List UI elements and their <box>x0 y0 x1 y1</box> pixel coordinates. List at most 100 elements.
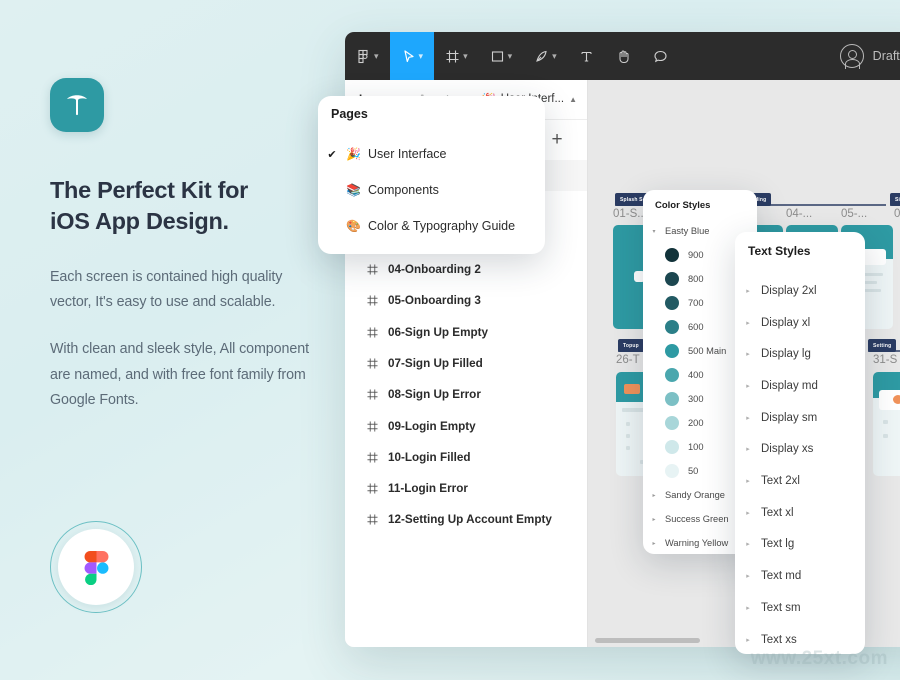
watermark: www.25xt.com <box>750 648 888 669</box>
app-icon <box>50 78 104 132</box>
pen-icon[interactable]: ▾ <box>523 32 568 80</box>
frame-icon <box>367 295 378 306</box>
text-style-label: Text lg <box>761 538 795 551</box>
text-style-row[interactable]: ▸ Display md <box>735 370 865 402</box>
promo-paragraph-1: Each screen is contained high quality ve… <box>50 268 283 310</box>
chevron-right-icon: ▸ <box>652 492 656 499</box>
layer-label: 08-Sign Up Error <box>388 388 481 402</box>
avatar[interactable] <box>839 44 864 69</box>
hand-icon[interactable] <box>605 32 642 80</box>
color-styles-title: Color Styles <box>655 200 711 211</box>
layer-row[interactable]: 12-Setting Up Account Empty <box>345 504 587 535</box>
promo-column: The Perfect Kit for iOS App Design. Each… <box>50 78 310 414</box>
text-style-label: Text md <box>761 570 802 583</box>
artboard-label-31[interactable]: 31-S <box>873 354 897 366</box>
text-icon[interactable] <box>568 32 605 80</box>
toolbar-right-group: Drafts / Ter <box>839 32 900 80</box>
text-style-row[interactable]: ▸ Display sm <box>735 402 865 434</box>
chevron-down-icon: ▾ <box>463 50 468 61</box>
chevron-right-icon: ▸ <box>746 509 750 517</box>
color-swatch-icon <box>665 416 679 430</box>
text-style-row[interactable]: ▸ Text md <box>735 560 865 592</box>
color-swatch-label: 700 <box>688 298 704 308</box>
color-swatch-label: 900 <box>688 250 704 260</box>
layer-label: 09-Login Empty <box>388 419 476 433</box>
chevron-right-icon: ▸ <box>746 414 750 422</box>
chevron-right-icon: ▸ <box>746 382 750 390</box>
color-swatch-icon <box>665 440 679 454</box>
page-title-line2: iOS App Design. <box>50 207 229 234</box>
artboard-label-05[interactable]: 05-... <box>841 208 867 220</box>
layer-row[interactable]: 10-Login Filled <box>345 442 587 473</box>
layer-label: 06-Sign Up Empty <box>388 325 489 339</box>
layer-row[interactable]: 05-Onboarding 3 <box>345 285 587 316</box>
layer-row[interactable]: 07-Sign Up Filled <box>345 348 587 379</box>
layer-row[interactable]: 06-Sign Up Empty <box>345 316 587 347</box>
chevron-right-icon: ▸ <box>652 516 656 523</box>
layer-label: 07-Sign Up Filled <box>388 356 483 370</box>
text-style-row[interactable]: ▸ Display xl <box>735 307 865 339</box>
color-swatch-label: 300 <box>688 394 704 404</box>
frame-icon[interactable]: ▾ <box>434 32 479 80</box>
chevron-right-icon: ▸ <box>746 636 750 644</box>
chevron-right-icon: ▸ <box>746 478 750 486</box>
chevron-down-icon: ▾ <box>507 50 513 61</box>
frame-icon <box>367 264 378 275</box>
shape-rectangle-icon[interactable]: ▾ <box>479 32 524 80</box>
text-style-label: Display xl <box>761 316 811 329</box>
layer-row[interactable]: 09-Login Empty <box>345 410 587 441</box>
chevron-right-icon: ▸ <box>746 351 750 359</box>
color-swatch-label: 100 <box>688 442 704 452</box>
text-style-row[interactable]: ▸ Text sm <box>735 592 865 624</box>
color-swatch-icon <box>665 272 679 286</box>
artboard-label-01[interactable]: 01-S... <box>613 208 647 220</box>
text-style-row[interactable]: ▸ Display xs <box>735 434 865 466</box>
frame-icon <box>367 483 378 494</box>
frame-icon <box>367 514 378 525</box>
color-swatch-label: 400 <box>688 370 704 380</box>
color-swatch-label: 50 <box>688 466 699 476</box>
move-cursor-icon[interactable]: ▾ <box>389 32 435 80</box>
chevron-right-icon: ▸ <box>746 287 750 295</box>
text-style-row[interactable]: ▸ Text 2xl <box>735 465 865 497</box>
color-group-label: Easty Blue <box>665 226 710 236</box>
text-styles-popup: Text Styles ▸ Display 2xl ▸ Display xl ▸… <box>735 232 865 654</box>
layer-row[interactable]: 11-Login Error <box>345 473 587 504</box>
page-item-label: User Interface <box>368 147 447 161</box>
palette-icon: 🎨 <box>346 219 361 233</box>
artboard-thumb-31[interactable] <box>873 372 900 476</box>
artboard-label-06[interactable]: 06 <box>894 208 900 220</box>
figma-menu-icon[interactable]: ▾ <box>345 32 390 80</box>
chevron-up-icon: ▲ <box>569 94 577 104</box>
chevron-right-icon: ▸ <box>746 604 750 612</box>
comment-icon[interactable] <box>642 32 679 80</box>
chevron-right-icon: ▸ <box>746 573 750 581</box>
text-style-row[interactable]: ▸ Display 2xl <box>735 275 865 307</box>
text-style-row[interactable]: ▸ Display lg <box>735 338 865 370</box>
text-style-row[interactable]: ▸ Text xl <box>735 497 865 529</box>
layer-label: 12-Setting Up Account Empty <box>388 513 552 527</box>
artboard-label-04[interactable]: 04-... <box>786 208 812 220</box>
layer-row[interactable]: 04-Onboarding 2 <box>345 254 587 285</box>
horizontal-scrollbar[interactable] <box>595 638 700 643</box>
color-group-label: Sandy Orange <box>665 490 725 500</box>
page-item-color-typography[interactable]: 🎨 Color & Typography Guide <box>318 208 545 244</box>
page-item-components[interactable]: 📚 Components <box>318 172 545 208</box>
app-icon-letter-t-glyph <box>67 95 87 116</box>
chevron-right-icon: ▸ <box>652 540 656 547</box>
color-swatch-icon <box>665 248 679 262</box>
color-swatch-icon <box>665 368 679 382</box>
artboard-label-26[interactable]: 26-T <box>616 354 640 366</box>
layer-row[interactable]: 08-Sign Up Error <box>345 379 587 410</box>
chevron-down-icon: ▾ <box>652 228 656 235</box>
color-swatch-label: 500 Main <box>688 346 727 356</box>
page-item-user-interface[interactable]: ✔ 🎉 User Interface <box>318 136 545 172</box>
frame-icon <box>367 389 378 400</box>
page-item-label: Color & Typography Guide <box>368 219 516 233</box>
color-swatch-label: 800 <box>688 274 704 284</box>
pages-popup: Pages ✔ 🎉 User Interface 📚 Components 🎨 … <box>318 96 545 254</box>
layer-label: 10-Login Filled <box>388 450 471 464</box>
text-style-row[interactable]: ▸ Text lg <box>735 529 865 561</box>
breadcrumb-root[interactable]: Drafts <box>873 49 900 63</box>
text-style-label: Text sm <box>761 601 801 614</box>
